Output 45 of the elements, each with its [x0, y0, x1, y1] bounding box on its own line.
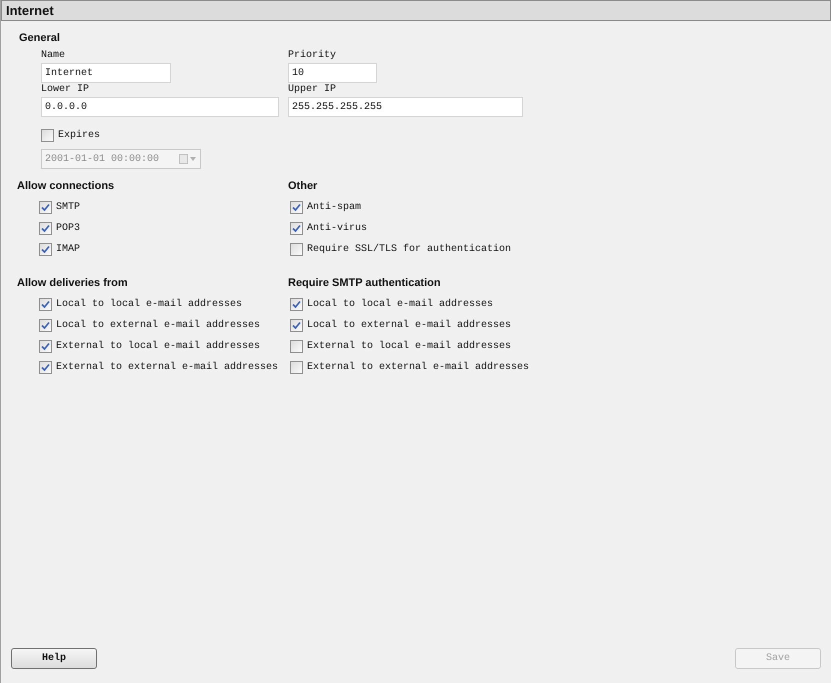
checkbox-label: Anti-spam: [307, 200, 362, 215]
checkbox[interactable]: [39, 361, 52, 374]
checkbox-label: External to external e-mail addresses: [56, 360, 278, 375]
input-field[interactable]: 0.0.0.0: [41, 97, 279, 117]
field-label: Name: [41, 49, 66, 63]
panel-title: Internet: [1, 0, 831, 21]
input-field[interactable]: Internet: [41, 63, 171, 83]
checkbox[interactable]: [290, 222, 303, 235]
section-heading: Other: [288, 179, 318, 194]
section-heading: Allow connections: [17, 179, 114, 194]
field-label: Priority: [288, 49, 336, 63]
checkbox-label: SMTP: [56, 201, 80, 215]
checkbox-label: POP3: [56, 222, 80, 236]
checkbox[interactable]: [39, 340, 52, 353]
section-heading: Require SMTP authentication: [288, 276, 441, 291]
checkbox-label: Anti-virus: [307, 222, 368, 236]
input-field[interactable]: 255.255.255.255: [288, 97, 523, 117]
section-heading: General: [19, 31, 60, 46]
checkbox-label: Local to external e-mail addresses: [307, 318, 512, 333]
checkbox[interactable]: [290, 361, 303, 374]
checkbox-label: Require SSL/TLS for authentication: [307, 242, 512, 257]
field-label: Upper IP: [288, 83, 336, 97]
field-label: Lower IP: [41, 83, 90, 97]
checkbox-label: Local to external e-mail addresses: [56, 318, 260, 333]
section-heading: Allow deliveries from: [17, 276, 128, 291]
checkbox[interactable]: [39, 201, 52, 214]
checkbox-label: Expires: [58, 128, 100, 143]
checkbox[interactable]: [290, 298, 303, 311]
checkbox-label: IMAP: [56, 243, 80, 257]
checkbox[interactable]: [41, 129, 54, 142]
checkbox[interactable]: [39, 243, 52, 256]
checkbox[interactable]: [290, 340, 303, 353]
checkbox-label: Local to local e-mail addresses: [56, 298, 242, 312]
checkbox[interactable]: [290, 201, 303, 214]
checkbox[interactable]: [39, 319, 52, 332]
checkbox-label: External to local e-mail addresses: [56, 340, 260, 354]
checkbox-label: Local to local e-mail addresses: [307, 298, 494, 312]
checkbox[interactable]: [39, 298, 52, 311]
checkbox-label: External to local e-mail addresses: [307, 340, 512, 354]
button[interactable]: Help: [11, 648, 97, 669]
checkbox-label: External to external e-mail addresses: [307, 360, 530, 375]
input-field[interactable]: 10: [288, 63, 377, 83]
checkbox[interactable]: [290, 319, 303, 332]
checkbox[interactable]: [39, 222, 52, 235]
checkbox[interactable]: [290, 243, 303, 256]
